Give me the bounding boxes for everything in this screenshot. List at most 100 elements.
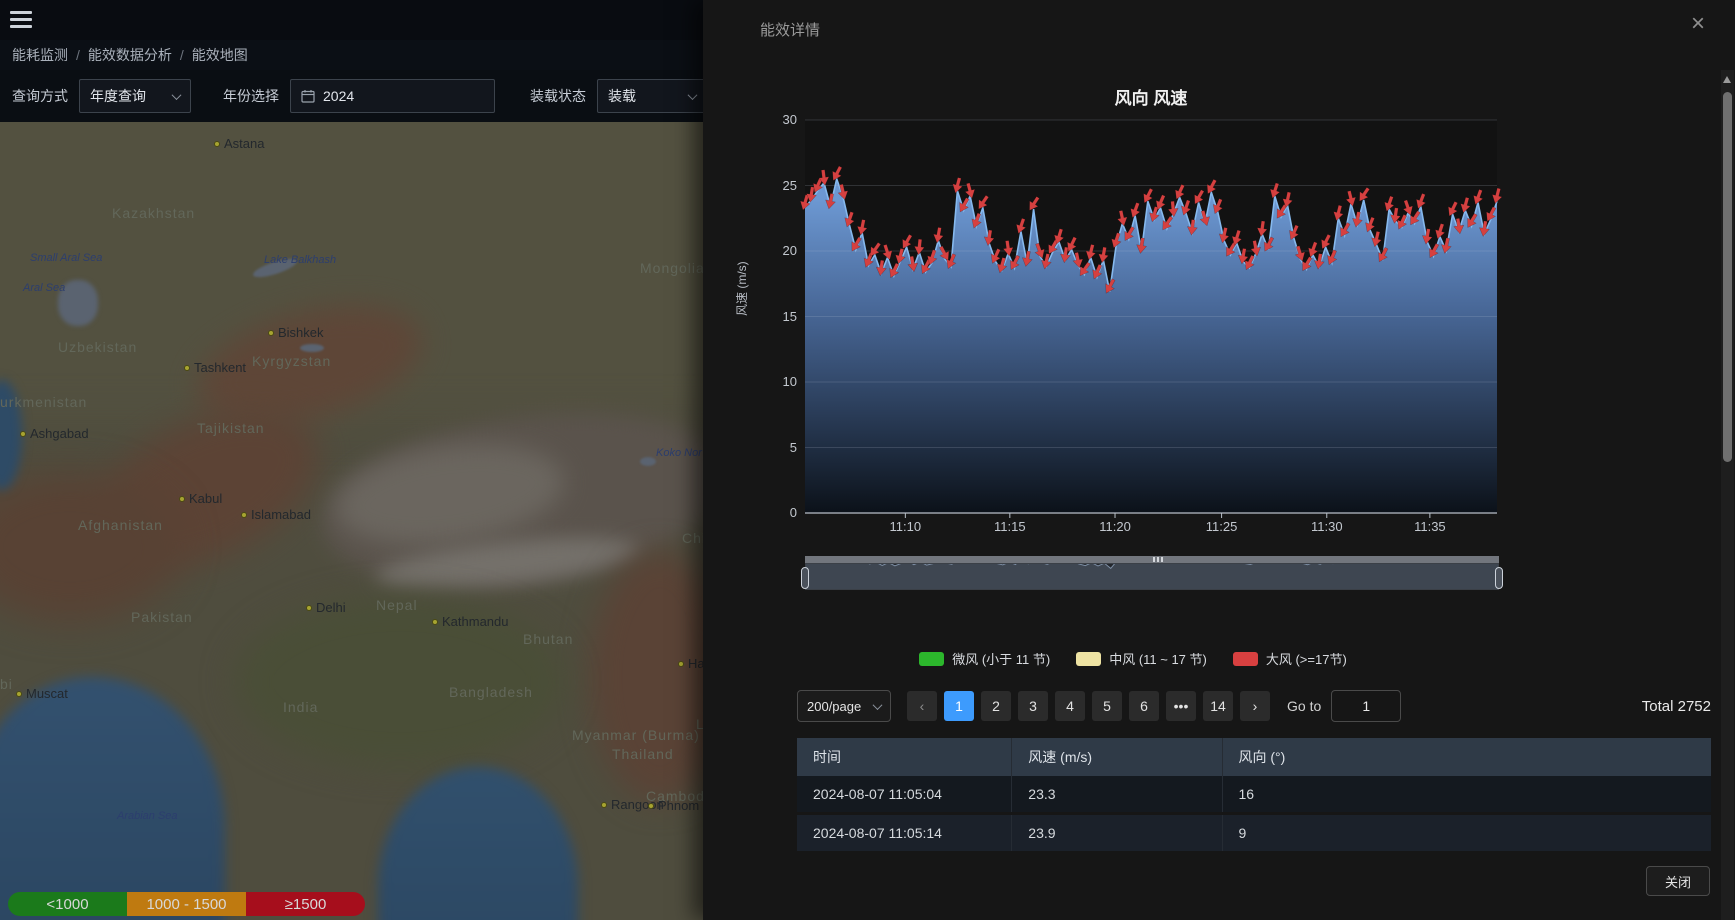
year-label: 年份选择: [223, 86, 279, 106]
year-value: 2024: [323, 88, 354, 104]
map-country-label: Kazakhstan: [112, 205, 195, 221]
scrollbar[interactable]: [1721, 70, 1734, 920]
table-header-cell: 风向 (°): [1222, 738, 1711, 776]
city-dot-icon: [306, 605, 312, 611]
table-header-cell: 风速 (m/s): [1012, 738, 1222, 776]
map-city-label: Kathmandu: [432, 614, 509, 629]
x-tick-label: 11:10: [890, 519, 922, 534]
pagination-bar: 200/page ‹123456•••14› Go to Total 2752: [797, 690, 1711, 722]
breadcrumb-item[interactable]: 能效地图: [192, 45, 248, 65]
legend-label: 大风 (>=17节): [1266, 649, 1347, 668]
y-axis-name: 风速 (m/s): [733, 261, 750, 316]
chart-legend: 微风 (小于 11 节) 中风 (11 ~ 17 节) 大风 (>=17节): [763, 649, 1503, 668]
query-mode-select[interactable]: 年度查询: [79, 79, 191, 113]
close-icon[interactable]: ×: [1691, 12, 1705, 36]
city-dot-icon: [268, 330, 274, 336]
legend-swatch: [1233, 652, 1258, 666]
wind-chart: 风向 风速 风速 (m/s) 051015202530 11:1011:1511…: [763, 78, 1503, 678]
page-button[interactable]: 3: [1018, 691, 1048, 721]
map-city-label: Kabul: [179, 491, 222, 506]
map-country-label: Tajikistan: [197, 420, 265, 436]
city-dot-icon: [179, 496, 185, 502]
chevron-down-icon: [172, 90, 182, 100]
y-tick-label: 30: [783, 112, 797, 127]
page-buttons: ‹123456•••14›: [907, 691, 1277, 721]
prev-page-button[interactable]: ‹: [907, 691, 937, 721]
chevron-down-icon: [688, 90, 698, 100]
map-water-label: Lake Balkhash: [264, 254, 336, 266]
chart-title: 风向 风速: [805, 84, 1497, 109]
datazoom-slider[interactable]: [805, 556, 1499, 590]
goto-page-input[interactable]: [1331, 690, 1401, 722]
close-button[interactable]: 关闭: [1646, 866, 1710, 896]
map-country-label: Uzbekistan: [58, 339, 137, 355]
city-dot-icon: [16, 691, 22, 697]
table-row: 2024-08-07 11:05:0423.316: [797, 776, 1711, 814]
map-water-label: Aral Sea: [23, 282, 65, 294]
more-pages-button[interactable]: •••: [1166, 691, 1196, 721]
city-dot-icon: [184, 365, 190, 371]
map-city-label: Delhi: [306, 600, 346, 615]
chart-legend-item[interactable]: 中风 (11 ~ 17 节): [1076, 649, 1207, 668]
y-tick-label: 15: [783, 309, 797, 324]
chart-legend-item[interactable]: 微风 (小于 11 节): [919, 649, 1050, 668]
map-country-label: Mongolia: [640, 260, 705, 276]
map-country-label: India: [283, 699, 318, 715]
map-water-label: Arabian Sea: [117, 810, 178, 822]
city-dot-icon: [241, 512, 247, 518]
table-cell: 16: [1222, 776, 1711, 814]
table-cell: 23.3: [1012, 776, 1222, 814]
x-tick-label: 11:25: [1206, 519, 1238, 534]
page-button[interactable]: 4: [1055, 691, 1085, 721]
year-picker[interactable]: 2024: [290, 79, 495, 113]
map-country-label: Bhutan: [523, 631, 573, 647]
table-cell: 23.9: [1012, 814, 1222, 853]
next-page-button[interactable]: ›: [1240, 691, 1270, 721]
breadcrumb-item[interactable]: 能效数据分析: [88, 45, 172, 65]
map-country-label: Myanmar (Burma): [572, 727, 700, 743]
page-size-value: 200/page: [807, 699, 861, 714]
breadcrumb-item[interactable]: 能耗监测: [12, 45, 68, 65]
y-tick-label: 5: [790, 440, 797, 455]
page-size-select[interactable]: 200/page: [797, 690, 891, 722]
datazoom-track[interactable]: [805, 556, 1499, 563]
map-legend-item: ≥1500: [246, 892, 365, 916]
page-button[interactable]: 6: [1129, 691, 1159, 721]
query-mode-value: 年度查询: [90, 86, 146, 106]
datazoom-window[interactable]: [805, 563, 1499, 590]
map-water-label: Koko Nor: [656, 447, 702, 459]
map-city-label: Astana: [214, 136, 264, 151]
chart-legend-item[interactable]: 大风 (>=17节): [1233, 649, 1347, 668]
wind-speed-plot: [805, 120, 1497, 513]
page-button-active[interactable]: 1: [944, 691, 974, 721]
goto-label: Go to: [1287, 698, 1321, 714]
hamburger-menu-icon[interactable]: [10, 11, 32, 28]
page-button[interactable]: 5: [1092, 691, 1122, 721]
chevron-down-icon: [873, 700, 883, 710]
map-city-label: Ashgabad: [20, 426, 89, 441]
scrollbar-thumb[interactable]: [1723, 92, 1732, 462]
map-country-label: Pakistan: [131, 609, 193, 625]
wind-data-table: 时间风速 (m/s)风向 (°) 2024-08-07 11:05:0423.3…: [797, 738, 1711, 854]
drawer-title: 能效详情: [760, 19, 820, 40]
sea-bengal: [378, 767, 578, 920]
city-dot-icon: [648, 803, 654, 809]
page-button[interactable]: 14: [1203, 691, 1233, 721]
page-button[interactable]: 2: [981, 691, 1011, 721]
breadcrumb-separator: /: [76, 47, 80, 63]
terrain-ganges-lowland: [235, 597, 565, 767]
x-tick-label: 11:15: [994, 519, 1026, 534]
scroll-up-icon[interactable]: [1723, 76, 1731, 83]
table-cell: 2024-08-07 11:05:04: [797, 776, 1012, 814]
datazoom-grip-icon[interactable]: [1152, 557, 1164, 562]
legend-label: 中风 (11 ~ 17 节): [1109, 649, 1207, 668]
legend-swatch: [1076, 652, 1101, 666]
y-tick-label: 10: [783, 374, 797, 389]
datazoom-handle-right[interactable]: [1495, 567, 1503, 589]
x-tick-label: 11:30: [1311, 519, 1343, 534]
table-cell: 2024-08-07 11:05:14: [797, 814, 1012, 853]
load-state-select[interactable]: 装载: [597, 79, 707, 113]
city-dot-icon: [678, 661, 684, 667]
lake-issykkul: [300, 344, 324, 352]
datazoom-handle-left[interactable]: [801, 567, 809, 589]
